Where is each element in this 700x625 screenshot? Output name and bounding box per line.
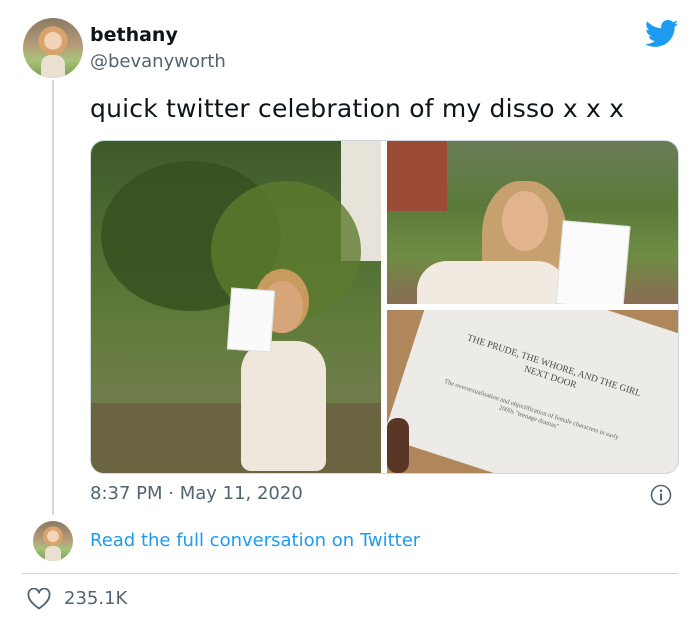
twitter-bird-icon[interactable] (645, 20, 679, 48)
photo-garden-full[interactable] (91, 141, 381, 473)
info-icon[interactable] (650, 484, 672, 506)
photo-person-dress (241, 341, 326, 471)
tweet-text: quick twitter celebration of my disso x … (90, 94, 625, 123)
avatar-figure (41, 55, 65, 78)
photo-person-top (417, 261, 567, 304)
tweet-timestamp[interactable]: 8:37 PM · May 11, 2020 (90, 483, 303, 504)
like-count: 235.1K (64, 588, 128, 609)
handle[interactable]: @bevanyworth (90, 51, 226, 72)
photo-ground (91, 403, 381, 473)
avatar[interactable] (23, 18, 83, 78)
photo-paper (555, 220, 631, 304)
media-grid: The Prude, The Whore, and the Girl Next … (90, 140, 679, 474)
photo-finger (387, 418, 409, 473)
photo-paper (226, 287, 276, 353)
thread-line (52, 80, 54, 515)
photo-document[interactable]: The Prude, The Whore, and the Girl Next … (387, 310, 678, 473)
photo-person-face (502, 191, 548, 251)
tweet-card: bethany @bevanyworth quick twitter celeb… (0, 0, 700, 625)
avatar-figure (45, 545, 61, 561)
heart-icon[interactable] (27, 588, 51, 610)
photo-garden-closeup[interactable] (387, 141, 678, 304)
display-name[interactable]: bethany (90, 24, 178, 46)
reply-avatar[interactable] (33, 521, 73, 561)
read-conversation-link[interactable]: Read the full conversation on Twitter (90, 530, 420, 551)
divider (22, 573, 678, 574)
photo-house (387, 141, 447, 211)
